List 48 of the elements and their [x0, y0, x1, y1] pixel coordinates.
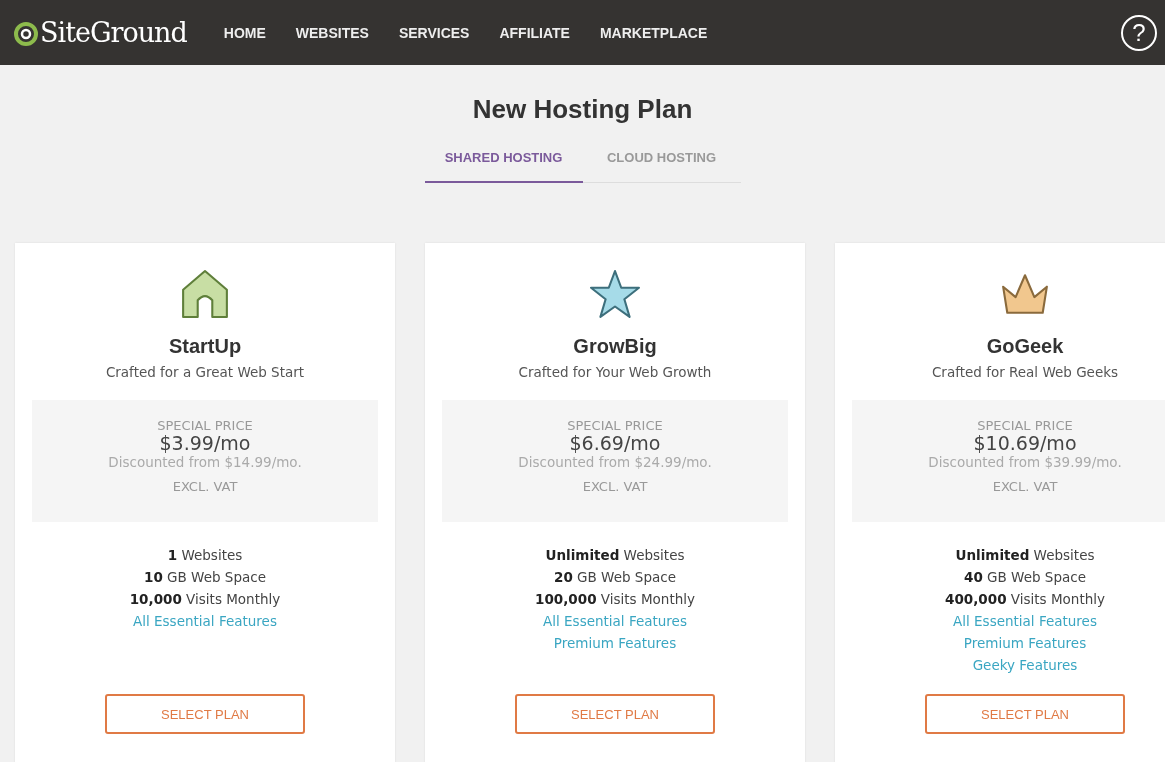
discount-text: Discounted from $14.99/mo. [108, 453, 302, 470]
discount-text: Discounted from $39.99/mo. [928, 453, 1122, 470]
feature-text: 20 GB Web Space [554, 568, 676, 587]
plan-name: GrowBig [573, 335, 657, 358]
discount-text: Discounted from $24.99/mo. [518, 453, 712, 470]
price-label: SPECIAL PRICE [157, 418, 253, 433]
plan-name: StartUp [168, 335, 242, 358]
plan-subtitle: Crafted for Real Web Geeks [931, 364, 1119, 380]
feature-text: 100,000 Visits Monthly [535, 590, 695, 609]
feature-text: 10 GB Web Space [144, 568, 266, 587]
price-label: SPECIAL PRICE [567, 418, 663, 433]
feature-link[interactable]: Premium Features [553, 632, 677, 654]
feature-text: Unlimited Websites [955, 546, 1095, 565]
price: $10.69/mo [973, 433, 1077, 454]
tab[interactable]: SHARED HOSTING [424, 142, 583, 183]
feature-link[interactable]: All Essential Features [133, 610, 277, 632]
plan-subtitle: Crafted for a Great Web Start [105, 364, 305, 380]
select-plan-button[interactable]: SELECT PLAN [515, 694, 715, 734]
plan-name: GoGeek [986, 335, 1064, 358]
logo-text[interactable]: SiteGround [40, 17, 187, 48]
select-plan-button[interactable]: SELECT PLAN [925, 694, 1125, 734]
plan-subtitle: Crafted for Your Web Growth [518, 364, 712, 380]
price-label: SPECIAL PRICE [977, 418, 1073, 433]
nav-link[interactable]: MARKETPLACE [584, 24, 723, 41]
nav-link[interactable]: WEBSITES [280, 24, 384, 41]
nav-link[interactable]: SERVICES [383, 24, 485, 41]
feature-text: Unlimited Websites [545, 546, 685, 565]
feature-text: 400,000 Visits Monthly [945, 590, 1105, 609]
price: $6.69/mo [569, 433, 661, 454]
feature-text: 1 Websites [167, 546, 243, 565]
house-icon [180, 269, 230, 319]
select-plan-button[interactable]: SELECT PLAN [105, 694, 305, 734]
feature-text: 10,000 Visits Monthly [129, 590, 281, 609]
nav-link[interactable]: HOME [208, 24, 281, 41]
nav-link[interactable]: AFFILIATE [484, 24, 585, 41]
feature-text: 40 GB Web Space [964, 568, 1086, 587]
feature-link[interactable]: All Essential Features [543, 610, 687, 632]
price: $3.99/mo [159, 433, 251, 454]
vat-note: EXCL. VAT [172, 478, 238, 494]
feature-link[interactable]: Premium Features [963, 632, 1087, 654]
tab[interactable]: CLOUD HOSTING [582, 142, 741, 183]
feature-link[interactable]: Geeky Features [972, 654, 1078, 676]
help-button[interactable]: ? [1121, 14, 1157, 51]
star-icon [590, 269, 640, 319]
feature-link[interactable]: All Essential Features [953, 610, 1097, 632]
vat-note: EXCL. VAT [582, 478, 648, 494]
page-title: New Hosting Plan [471, 94, 694, 125]
vat-note: EXCL. VAT [992, 478, 1058, 494]
